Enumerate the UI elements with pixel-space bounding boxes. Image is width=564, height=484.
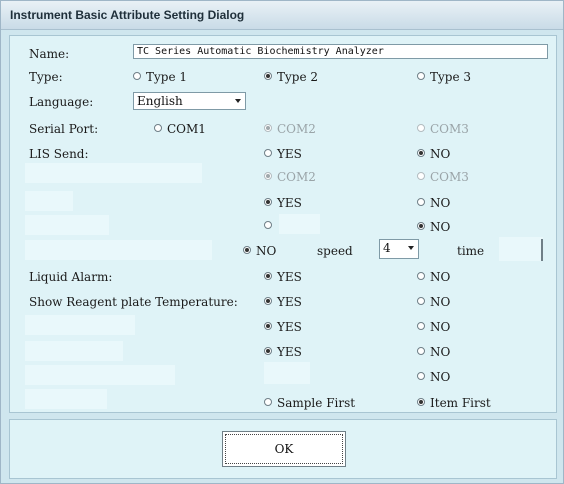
serial-port-label: Serial Port: <box>29 122 99 136</box>
speed-label: speed <box>317 244 353 258</box>
obscured-label <box>25 315 135 335</box>
title-bar[interactable]: Instrument Basic Attribute Setting Dialo… <box>1 1 563 30</box>
radio-selected-icon <box>264 198 272 206</box>
type-2-radio[interactable]: Type 2 <box>264 69 318 85</box>
radio-selected-icon <box>264 297 272 305</box>
row2-com3-radio[interactable]: COM3 <box>417 169 469 185</box>
radio-icon <box>417 322 425 330</box>
radio-selected-icon <box>264 347 272 355</box>
type-1-radio[interactable]: Type 1 <box>133 69 187 85</box>
radio-icon <box>417 272 425 280</box>
radio-selected-icon <box>417 398 425 406</box>
time-input[interactable] <box>499 237 543 261</box>
liquid-alarm-yes-radio[interactable]: YES <box>264 269 302 285</box>
radio-selected-icon <box>264 322 272 330</box>
obscured-label <box>25 389 107 409</box>
row10-no-radio[interactable]: NO <box>417 369 450 385</box>
dialog-window: Instrument Basic Attribute Setting Dialo… <box>0 0 564 484</box>
lis-no-radio[interactable]: NO <box>417 146 450 162</box>
com3-radio[interactable]: COM3 <box>417 121 469 137</box>
liquid-alarm-label: Liquid Alarm: <box>29 270 113 284</box>
time-label: time <box>457 244 485 258</box>
radio-icon <box>417 372 425 380</box>
row3-no-radio[interactable]: NO <box>417 195 450 211</box>
row3-yes-radio[interactable]: YES <box>264 195 302 211</box>
scrollbar-edge <box>541 239 543 261</box>
obscured-label <box>25 365 175 385</box>
radio-icon <box>264 398 272 406</box>
reagent-temp-no-radio[interactable]: NO <box>417 294 450 310</box>
radio-icon <box>417 198 425 206</box>
obscured-label <box>264 362 310 384</box>
radio-icon <box>154 124 162 132</box>
row5-no-radio[interactable]: NO <box>243 243 276 259</box>
row4-option-radio[interactable] <box>264 218 277 234</box>
radio-selected-icon <box>417 149 425 157</box>
show-reagent-temp-label: Show Reagent plate Temperature: <box>29 295 238 309</box>
com1-radio[interactable]: COM1 <box>154 121 206 137</box>
dialog-title: Instrument Basic Attribute Setting Dialo… <box>10 8 245 22</box>
radio-icon <box>417 347 425 355</box>
radio-selected-icon <box>243 246 251 254</box>
lis-send-label: LIS Send: <box>29 147 89 161</box>
chevron-down-icon <box>235 99 241 103</box>
type-3-radio[interactable]: Type 3 <box>417 69 471 85</box>
radio-icon <box>264 149 272 157</box>
row9-yes-radio[interactable]: YES <box>264 344 302 360</box>
obscured-label <box>25 341 123 361</box>
language-label: Language: <box>29 95 94 109</box>
radio-selected-icon <box>264 272 272 280</box>
radio-icon <box>417 297 425 305</box>
row8-no-radio[interactable]: NO <box>417 319 450 335</box>
row2-com2-radio[interactable]: COM2 <box>264 169 316 185</box>
type-label: Type: <box>29 70 63 84</box>
obscured-label <box>25 163 202 183</box>
name-input-value: TC Series Automatic Biochemistry Analyze… <box>137 46 384 57</box>
radio-icon <box>417 172 425 180</box>
ok-button[interactable]: OK <box>222 431 346 467</box>
chevron-down-icon <box>408 246 414 250</box>
radio-icon <box>417 124 425 132</box>
speed-select[interactable]: 4 <box>379 239 419 259</box>
radio-icon <box>417 72 425 80</box>
radio-icon <box>133 72 141 80</box>
lis-yes-radio[interactable]: YES <box>264 146 302 162</box>
row9-no-radio[interactable]: NO <box>417 344 450 360</box>
radio-selected-icon <box>264 172 272 180</box>
obscured-label <box>279 214 320 234</box>
radio-selected-icon <box>264 124 272 132</box>
name-label: Name: <box>29 47 70 61</box>
radio-selected-icon <box>264 72 272 80</box>
language-select[interactable]: English <box>133 92 246 110</box>
radio-selected-icon <box>417 222 425 230</box>
row4-no-radio[interactable]: NO <box>417 219 450 235</box>
liquid-alarm-no-radio[interactable]: NO <box>417 269 450 285</box>
obscured-label <box>25 240 212 260</box>
obscured-label <box>25 215 109 235</box>
obscured-label <box>25 191 73 211</box>
com2-radio[interactable]: COM2 <box>264 121 316 137</box>
item-first-radio[interactable]: Item First <box>417 395 491 411</box>
reagent-temp-yes-radio[interactable]: YES <box>264 294 302 310</box>
name-input[interactable]: TC Series Automatic Biochemistry Analyze… <box>133 44 548 59</box>
row8-yes-radio[interactable]: YES <box>264 319 302 335</box>
sample-first-radio[interactable]: Sample First <box>264 395 355 411</box>
radio-icon <box>264 221 272 229</box>
